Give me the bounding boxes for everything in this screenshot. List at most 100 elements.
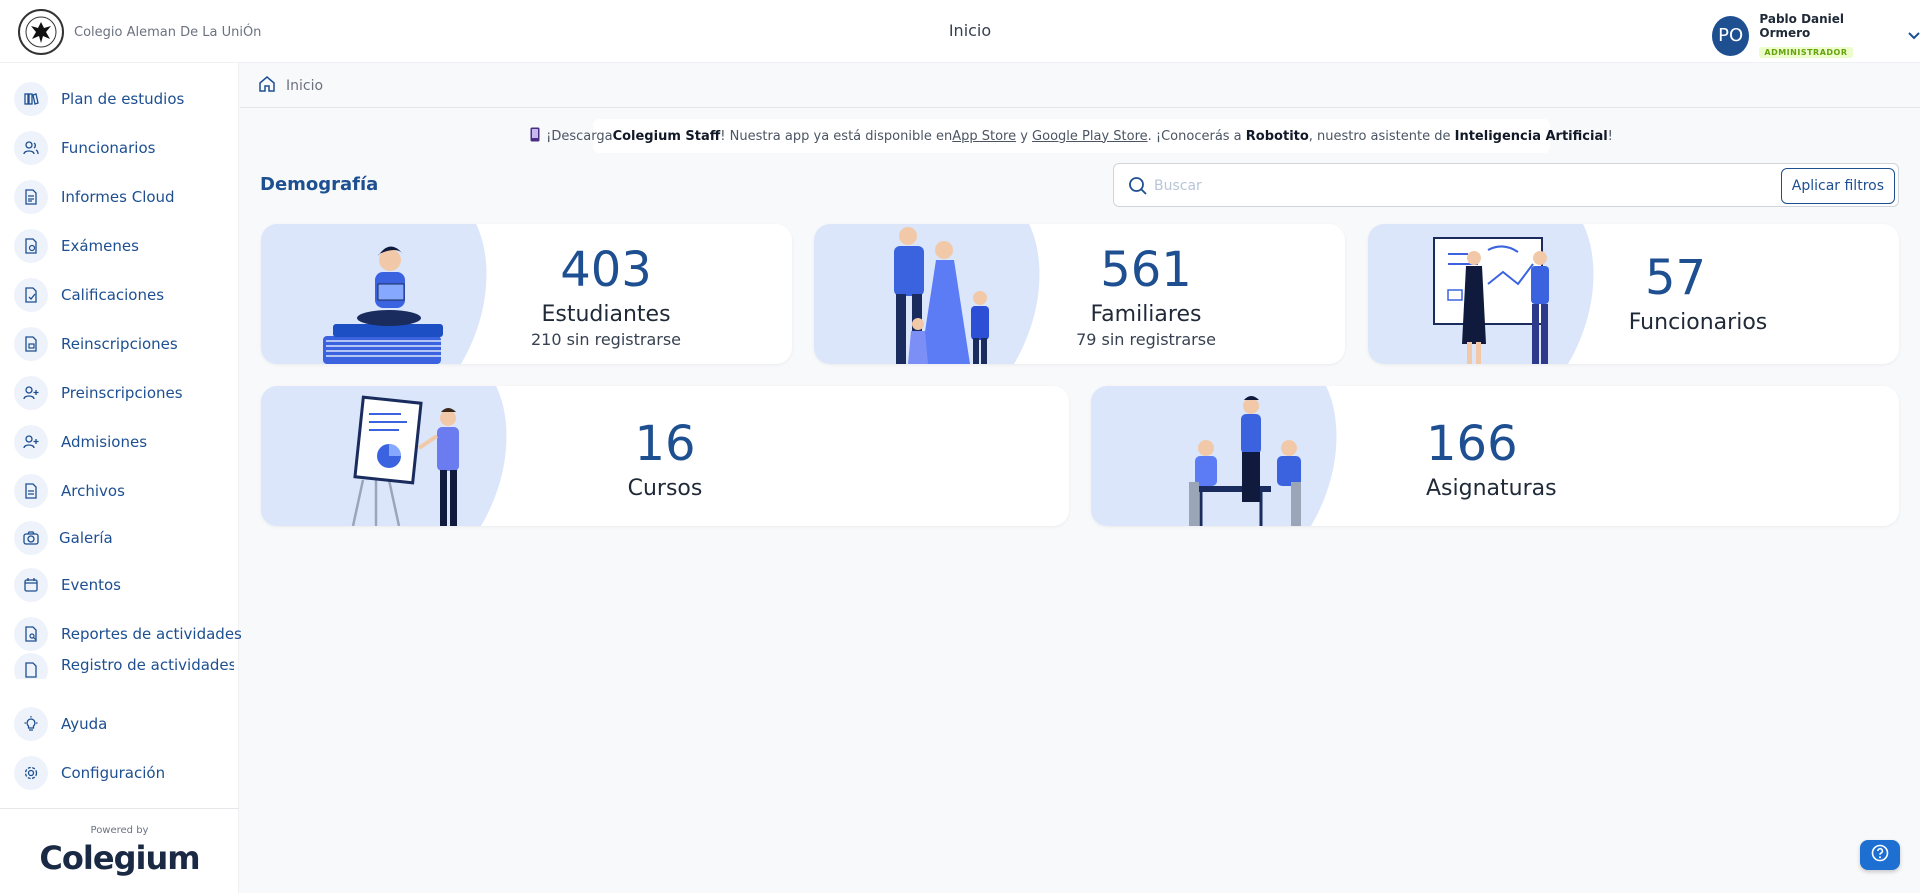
calendar-icon: [14, 568, 48, 602]
colegium-logo: Colegium: [39, 839, 200, 877]
top-header: Colegio Aleman De La UniÓn Inicio PO Pab…: [0, 0, 1920, 63]
avatar: PO: [1712, 15, 1750, 56]
home-icon[interactable]: [258, 75, 276, 97]
stat-card-text: 403 Estudiantes 210 sin registrarse: [506, 246, 706, 349]
stat-value: 57: [1645, 250, 1707, 306]
sidebar-item-calificaciones[interactable]: Calificaciones: [14, 276, 234, 314]
announcement-text: , nuestro asistente de: [1308, 128, 1455, 144]
sidebar-item-eventos[interactable]: Eventos: [14, 566, 234, 604]
sidebar-item-reinscripciones[interactable]: Reinscripciones: [14, 325, 234, 363]
stat-value: 16: [634, 416, 696, 472]
user-add-icon: [14, 376, 48, 410]
apply-filters-button[interactable]: Aplicar filtros: [1780, 168, 1895, 204]
sidebar-item-label: Reinscripciones: [61, 335, 178, 353]
sidebar-item-preinscripciones[interactable]: Preinscripciones: [14, 374, 234, 412]
camera-icon: [14, 521, 48, 555]
sidebar-item-funcionarios[interactable]: Funcionarios: [14, 129, 234, 167]
stat-label: Funcionarios: [1628, 310, 1768, 335]
gear-icon: [14, 756, 48, 790]
report-icon: [14, 617, 48, 651]
sidebar-item-plan-de-estudios[interactable]: Plan de estudios: [14, 80, 234, 118]
breadcrumb: Inicio: [240, 64, 1920, 108]
log-icon: [14, 653, 48, 679]
stat-card-text: 166 Asignaturas: [1406, 420, 1606, 501]
file-icon: [14, 474, 48, 508]
google-play-link[interactable]: Google Play Store: [1032, 129, 1148, 144]
sidebar-item-label: Ayuda: [61, 715, 108, 733]
stat-sublabel: 210 sin registrarse: [530, 330, 682, 349]
reenroll-icon: [14, 327, 48, 361]
stat-card-families[interactable]: 561 Familiares 79 sin registrarse: [814, 224, 1345, 364]
announcement-banner: ¡Descarga Colegium Staff ! Nuestra app y…: [530, 119, 1613, 153]
sidebar-item-configuracion[interactable]: Configuración: [14, 754, 234, 792]
sidebar-item-label: Archivos: [61, 482, 125, 500]
stat-value: 166: [1426, 416, 1518, 472]
sidebar-item-label: Funcionarios: [61, 139, 156, 157]
stat-card-subjects[interactable]: 166 Asignaturas: [1091, 386, 1899, 526]
sidebar-item-archivos[interactable]: Archivos: [14, 472, 234, 510]
help-button[interactable]: [1860, 840, 1900, 870]
stat-card-text: 16 Cursos: [605, 420, 725, 501]
announcement-text: ! Nuestra app ya está disponible en: [720, 128, 953, 144]
sidebar-item-label: Informes Cloud: [61, 188, 175, 206]
stat-label: Asignaturas: [1426, 476, 1557, 501]
chevron-down-icon[interactable]: [1908, 29, 1920, 43]
sidebar-item-reportes-de-actividades[interactable]: Reportes de actividades: [14, 615, 242, 653]
study-group-illustration: [1091, 386, 1337, 526]
sidebar-item-registro-de-actividades[interactable]: Registro de actividades: [14, 653, 234, 679]
books-icon: [14, 82, 48, 116]
announcement-text: y: [1016, 128, 1033, 144]
staff-whiteboard-illustration: [1368, 224, 1594, 364]
search-input[interactable]: [1154, 172, 1774, 200]
stat-value: 403: [560, 242, 652, 298]
sidebar-item-label: Eventos: [61, 576, 121, 594]
app-store-link[interactable]: App Store: [952, 129, 1016, 144]
sidebar-item-label: Plan de estudios: [61, 90, 185, 108]
stat-sublabel: 79 sin registrarse: [1076, 330, 1216, 349]
search-icon: [1128, 176, 1148, 200]
page-title: Inicio: [948, 21, 992, 40]
announcement-text: ¡Descarga: [546, 128, 613, 144]
announcement-text: . ¡Conocerás a: [1147, 128, 1246, 144]
sidebar-item-label: Configuración: [61, 764, 166, 782]
admission-icon: [14, 425, 48, 459]
presentation-illustration: [261, 386, 507, 526]
sidebar-item-label: Galería: [59, 529, 113, 547]
user-menu[interactable]: PO Pablo Daniel Ormero ADMINISTRADOR: [1712, 12, 1920, 59]
stat-label: Estudiantes: [541, 302, 671, 327]
sidebar-item-informes-cloud[interactable]: Informes Cloud: [14, 178, 234, 216]
stat-card-courses[interactable]: 16 Cursos: [261, 386, 1069, 526]
lightbulb-icon: [14, 707, 48, 741]
stat-value: 561: [1100, 242, 1192, 298]
sidebar-item-examenes[interactable]: Exámenes: [14, 227, 234, 265]
question-icon: [1871, 844, 1889, 866]
sidebar-divider: [0, 808, 239, 809]
user-name: Pablo Daniel Ormero: [1759, 12, 1845, 40]
breadcrumb-home[interactable]: Inicio: [286, 78, 323, 94]
announcement-bot-name: Robotito: [1245, 128, 1309, 144]
document-icon: [14, 180, 48, 214]
sidebar-item-admisiones[interactable]: Admisiones: [14, 423, 234, 461]
sidebar-item-label: Admisiones: [61, 433, 148, 451]
sidebar-item-label: Reportes de actividades: [61, 625, 242, 643]
sidebar-item-label: Registro de actividades: [61, 656, 234, 674]
stat-card-text: 57 Funcionarios: [1598, 254, 1798, 335]
student-reading-illustration: [261, 224, 487, 364]
stat-card-text: 561 Familiares 79 sin registrarse: [1046, 246, 1246, 349]
powered-by-label: Powered by: [90, 825, 149, 836]
sidebar-item-label: Exámenes: [61, 237, 139, 255]
family-illustration: [814, 224, 1040, 364]
section-title: Demografía: [260, 174, 379, 195]
stat-label: Familiares: [1090, 302, 1202, 327]
announcement-text: !: [1607, 128, 1613, 144]
sidebar: Plan de estudios Funcionarios Informes C…: [0, 63, 242, 893]
sidebar-item-label: Preinscripciones: [61, 384, 183, 402]
exam-icon: [14, 229, 48, 263]
sidebar-item-galeria[interactable]: Galería: [14, 519, 234, 557]
users-icon: [14, 131, 48, 165]
stat-card-staff[interactable]: 57 Funcionarios: [1368, 224, 1899, 364]
search-bar: Aplicar filtros: [1113, 163, 1899, 207]
stat-card-students[interactable]: 403 Estudiantes 210 sin registrarse: [261, 224, 792, 364]
user-role-badge: ADMINISTRADOR: [1759, 47, 1853, 58]
sidebar-item-ayuda[interactable]: Ayuda: [14, 705, 234, 743]
